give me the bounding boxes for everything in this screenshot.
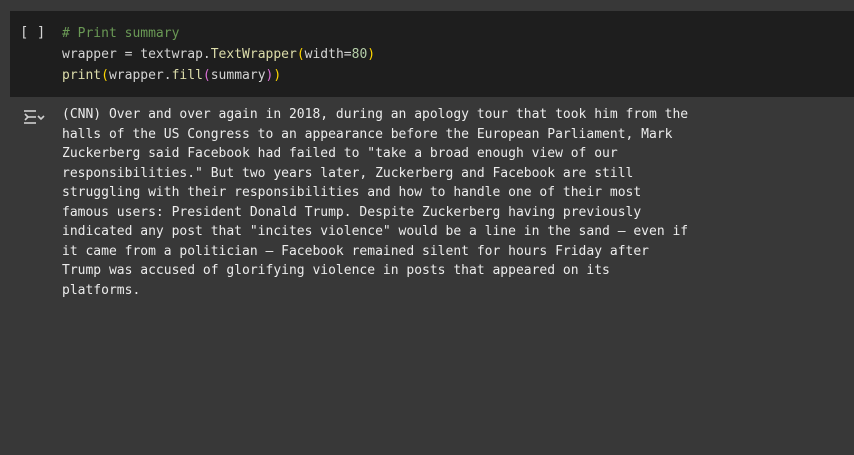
- code-line-1: # Print summary: [62, 23, 375, 44]
- code-token: (: [101, 68, 109, 83]
- code-token: summary: [210, 68, 266, 83]
- output-line: indicated any post that "incites violenc…: [62, 224, 689, 239]
- code-line-3: print(wrapper.fill(summary)): [62, 65, 375, 86]
- code-token: width: [304, 47, 344, 62]
- output-line: famous users: President Donald Trump. De…: [62, 204, 642, 220]
- code-token: 80: [351, 47, 368, 62]
- cell-output-area: (CNN) Over and over again in 2018, durin…: [0, 97, 854, 455]
- code-token: ): [273, 68, 282, 83]
- cell-run-indicator[interactable]: [ ]: [20, 23, 45, 43]
- output-line: (CNN) Over and over again in 2018, durin…: [62, 107, 689, 122]
- notebook-top-strip: [0, 0, 854, 11]
- output-line: responsibilities." But two years later, …: [62, 165, 634, 181]
- code-line-2: wrapper = textwrap.TextWrapper(width=80): [62, 44, 375, 65]
- output-line: it came from a politician — Facebook rem…: [62, 243, 649, 259]
- output-toggle-icon[interactable]: [22, 107, 46, 127]
- code-token: =: [116, 47, 141, 62]
- output-line: struggling with their responsibilities a…: [62, 185, 642, 200]
- output-line: halls of the US Congress to an appearanc…: [62, 126, 673, 142]
- code-token: wrapper: [62, 47, 117, 62]
- code-token: fill: [171, 68, 203, 83]
- output-line: Zuckerberg said Facebook had failed to "…: [62, 146, 618, 161]
- code-comment: # Print summary: [62, 26, 180, 41]
- code-editor[interactable]: # Print summary wrapper = textwrap.TextWr…: [62, 23, 375, 86]
- code-token: (: [202, 68, 211, 83]
- output-text: (CNN) Over and over again in 2018, durin…: [62, 105, 842, 300]
- code-token: (: [296, 47, 305, 62]
- code-cell[interactable]: [ ] # Print summary wrapper = textwrap.Te…: [10, 11, 854, 97]
- code-token: print: [62, 68, 102, 83]
- output-toggle-icon-svg: [24, 110, 45, 124]
- code-token: TextWrapper: [210, 47, 297, 62]
- code-token: textwrap.: [140, 47, 211, 62]
- code-token: wrapper.: [108, 68, 172, 83]
- code-token: ): [367, 47, 376, 62]
- output-line: Trump was accused of glorifying violence…: [62, 263, 610, 278]
- code-token: =: [343, 47, 352, 62]
- output-line: platforms.: [62, 282, 141, 298]
